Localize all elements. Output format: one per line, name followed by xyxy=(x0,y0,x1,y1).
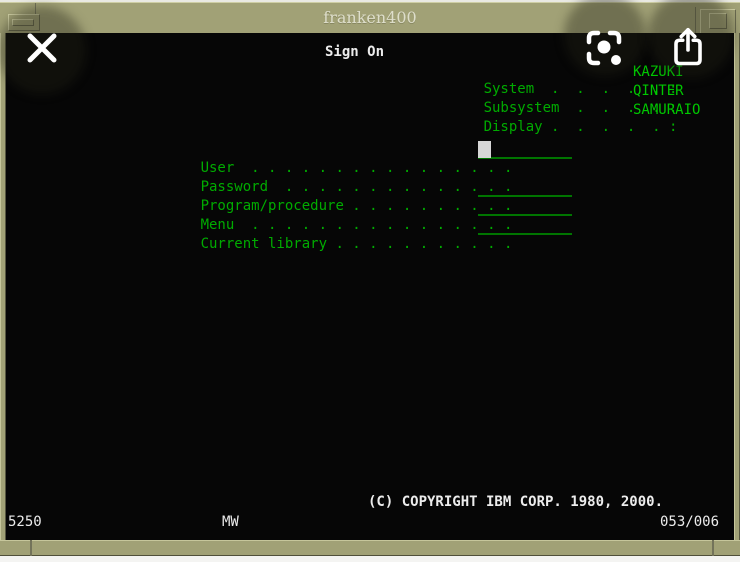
display-row: Display . . . . . : SAMURAIO xyxy=(433,102,733,135)
display-value: SAMURAIO xyxy=(633,102,701,118)
subsystem-row: Subsystem . . . . : QINTER xyxy=(433,83,733,116)
current-library-input-field[interactable] xyxy=(478,219,574,236)
current-library-row: Current library . . . . . . . . . . . xyxy=(150,219,513,252)
display-label: Display xyxy=(483,119,543,135)
resize-notch-right xyxy=(712,540,714,556)
statusbar-cursor-position: 053/006 xyxy=(660,514,720,530)
subsystem-value: QINTER xyxy=(633,83,684,99)
menu-input-field[interactable] xyxy=(478,200,574,217)
text-cursor xyxy=(478,141,491,158)
user-row: User . . . . . . . . . . . . . . . . xyxy=(150,143,513,176)
window-border-bottom[interactable] xyxy=(0,540,740,556)
background-strip xyxy=(0,556,740,562)
display-dots: . . . . . : xyxy=(542,119,678,135)
screen-title: Sign On xyxy=(325,44,385,60)
current-library-label: Current library xyxy=(200,236,328,252)
statusbar-emulation-type: 5250 xyxy=(8,514,42,530)
terminal-screen[interactable]: Sign On System . . . . . : KAZUKI Subsys… xyxy=(6,33,734,540)
password-row: Password . . . . . . . . . . . . . . xyxy=(150,162,513,195)
lens-search-icon[interactable] xyxy=(585,29,623,71)
share-icon[interactable] xyxy=(670,26,706,72)
close-icon[interactable] xyxy=(23,29,61,71)
current-library-dots: . . . . . . . . . . . xyxy=(327,236,513,252)
copyright-text: (C) COPYRIGHT IBM CORP. 1980, 2000. xyxy=(368,494,664,510)
screenshot-root: franken400 Sign On System . . . . . : KA… xyxy=(0,0,740,562)
window-border-right[interactable] xyxy=(734,33,740,540)
menu-row: Menu . . . . . . . . . . . . . . . . xyxy=(150,200,513,233)
resize-notch-left xyxy=(30,540,32,556)
statusbar-message-wait: MW xyxy=(222,514,239,530)
password-input-field[interactable] xyxy=(478,162,574,179)
program-input-field[interactable] xyxy=(478,181,574,198)
program-row: Program/procedure . . . . . . . . . . xyxy=(150,181,513,214)
user-input-field[interactable] xyxy=(478,143,574,160)
